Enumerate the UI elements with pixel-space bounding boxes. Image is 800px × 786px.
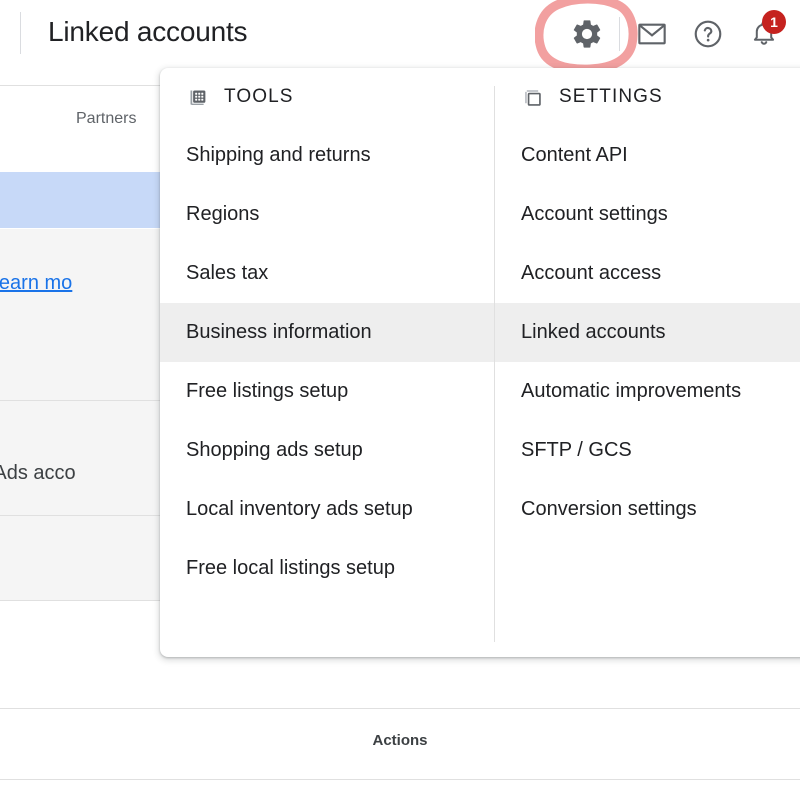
menu-item-local-inventory-ads-setup[interactable]: Local inventory ads setup	[160, 480, 494, 539]
page-title: Linked accounts	[48, 16, 248, 47]
app-bar: Linked accounts 1	[0, 0, 800, 72]
menu-item-sales-tax[interactable]: Sales tax	[160, 244, 494, 303]
settings-dropdown-menu: TOOLS Shipping and returns Regions Sales…	[160, 68, 800, 657]
table-column-header-partners: Partners	[76, 110, 137, 127]
learn-more-link[interactable]: Learn mo	[0, 272, 72, 294]
appbar-icon-group: 1	[535, 0, 792, 72]
grid-table-icon	[186, 86, 208, 108]
page-root: Partners ucts. Learn mo oogle Ads acco A…	[0, 0, 800, 786]
notification-badge: 1	[762, 10, 786, 34]
menu-item-sftp-gcs[interactable]: SFTP / GCS	[495, 421, 800, 480]
menu-column-settings: SETTINGS Content API Account settings Ac…	[495, 68, 800, 539]
gear-icon	[573, 20, 601, 48]
mail-icon	[638, 23, 666, 45]
menu-section-header-tools: TOOLS	[160, 68, 494, 126]
overlapping-squares-icon	[521, 86, 543, 108]
background-google-ads-text: oogle Ads acco	[0, 462, 76, 484]
menu-item-account-settings[interactable]: Account settings	[495, 185, 800, 244]
actions-column-header: Actions	[372, 732, 428, 749]
menu-item-conversion-settings[interactable]: Conversion settings	[495, 480, 800, 539]
divider-above-actions	[0, 708, 800, 709]
background-description-text: ucts. Learn mo	[0, 272, 72, 295]
menu-item-content-api[interactable]: Content API	[495, 126, 800, 185]
menu-column-tools: TOOLS Shipping and returns Regions Sales…	[160, 68, 494, 598]
menu-section-label: SETTINGS	[559, 86, 663, 107]
menu-item-free-listings-setup[interactable]: Free listings setup	[160, 362, 494, 421]
menu-section-header-settings: SETTINGS	[495, 68, 800, 126]
menu-item-regions[interactable]: Regions	[160, 185, 494, 244]
menu-item-linked-accounts[interactable]: Linked accounts	[495, 303, 800, 362]
notifications-button[interactable]: 1	[736, 6, 792, 62]
menu-item-business-information[interactable]: Business information	[160, 303, 494, 362]
appbar-icon-divider	[619, 17, 620, 51]
menu-item-free-local-listings-setup[interactable]: Free local listings setup	[160, 539, 494, 598]
menu-section-label: TOOLS	[224, 86, 294, 107]
menu-item-account-access[interactable]: Account access	[495, 244, 800, 303]
mail-button[interactable]	[624, 6, 680, 62]
menu-item-shopping-ads-setup[interactable]: Shopping ads setup	[160, 421, 494, 480]
divider-below-actions	[0, 779, 800, 780]
appbar-left-divider	[20, 12, 21, 54]
help-button[interactable]	[680, 6, 736, 62]
menu-item-automatic-improvements[interactable]: Automatic improvements	[495, 362, 800, 421]
settings-gear-button[interactable]	[535, 0, 638, 72]
help-icon	[694, 20, 722, 48]
menu-item-shipping-and-returns[interactable]: Shipping and returns	[160, 126, 494, 185]
